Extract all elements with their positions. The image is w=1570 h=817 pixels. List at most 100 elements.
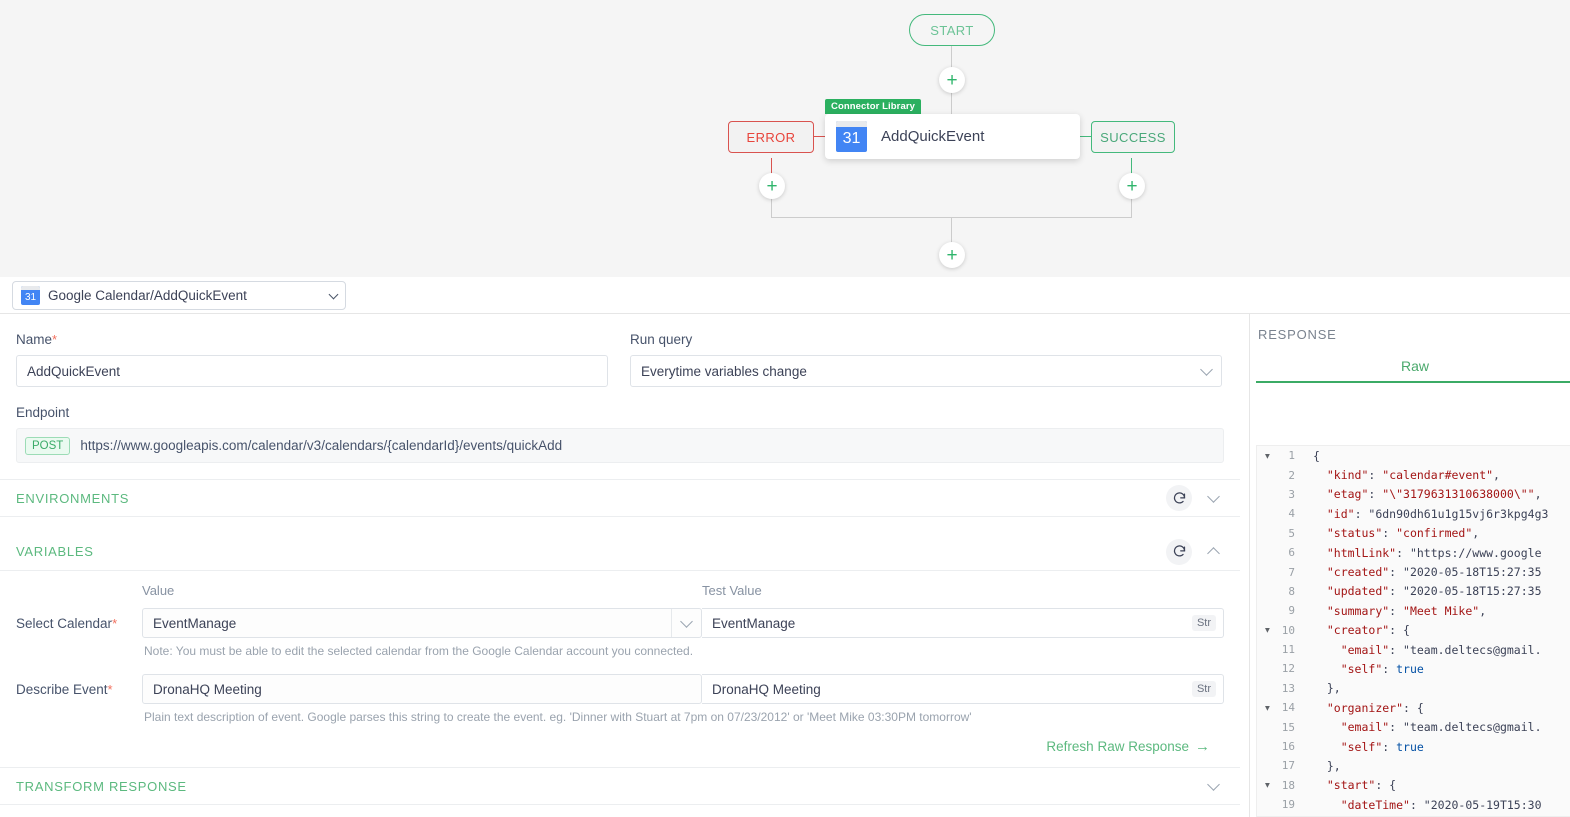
transform-response-section-header[interactable]: TRANSFORM RESPONSE — [0, 767, 1240, 805]
json-line: ▼ 18 "start": { — [1257, 776, 1570, 795]
json-line-number: 3 — [1288, 487, 1295, 501]
json-line: 5 "status": "confirmed", — [1257, 524, 1570, 543]
json-line-code: "dateTime": "2020-05-19T15:30 — [1340, 797, 1542, 812]
variables-column-headers: Value Test Value — [16, 583, 1224, 598]
variable-test-value-input[interactable]: DronaHQ Meeting Str — [702, 674, 1224, 704]
add-step-button-bottom[interactable]: + — [939, 242, 965, 268]
json-line-code: { — [1313, 448, 1320, 463]
endpoint-box: POST https://www.googleapis.com/calendar… — [16, 428, 1224, 463]
variable-value-text: EventManage — [153, 615, 237, 631]
json-line: ▼ 10 "creator": { — [1257, 621, 1570, 640]
json-line: ▼ 14 "organizer": { — [1257, 698, 1570, 717]
plus-icon: + — [766, 175, 778, 197]
fold-toggle-icon[interactable]: ▼ — [1265, 781, 1270, 790]
refresh-icon — [1173, 545, 1185, 557]
plus-icon: + — [1126, 175, 1138, 197]
json-line-code: "id": "6dn90dh61u1g15vj6r3kpg4g3 — [1326, 506, 1549, 521]
variable-value-input[interactable]: EventManage — [142, 608, 702, 638]
fold-toggle-icon[interactable]: ▼ — [1265, 626, 1270, 635]
google-calendar-icon: 31 — [21, 286, 40, 305]
transform-response-expand-button[interactable] — [1202, 778, 1224, 792]
node-start[interactable]: START — [909, 14, 995, 46]
connector-error-down2 — [771, 198, 772, 218]
variable-type-badge[interactable]: Str — [1191, 615, 1216, 631]
variables-collapse-button[interactable] — [1202, 546, 1224, 560]
json-line-code: "self": true — [1340, 739, 1424, 754]
json-line: 16 "self": true — [1257, 737, 1570, 756]
json-line: 2 "kind": "calendar#event", — [1257, 465, 1570, 484]
http-method-badge: POST — [25, 436, 71, 455]
json-line-number: 4 — [1288, 507, 1295, 521]
run-query-label: Run query — [630, 332, 693, 347]
json-line-code: "organizer": { — [1326, 700, 1424, 715]
variable-test-value-text: DronaHQ Meeting — [712, 681, 821, 697]
connector-select-label: Google Calendar/AddQuickEvent — [48, 288, 247, 303]
connector-select[interactable]: 31 Google Calendar/AddQuickEvent — [12, 281, 346, 310]
json-line-code: "email": "team.deltecs@gmail. — [1340, 642, 1542, 657]
node-addquickevent-label: AddQuickEvent — [881, 128, 985, 145]
node-error[interactable]: ERROR — [728, 121, 814, 153]
variable-test-value-text: EventManage — [712, 615, 796, 631]
json-line-code: "creator": { — [1326, 623, 1410, 638]
chevron-down-icon — [680, 615, 693, 628]
variable-type-badge[interactable]: Str — [1191, 681, 1216, 697]
google-calendar-icon: 31 — [836, 121, 867, 152]
run-query-field-group: Run query Everytime variables change — [630, 332, 1222, 387]
node-success[interactable]: SUCCESS — [1091, 121, 1175, 153]
json-line-number: ▼ 10 — [1265, 623, 1295, 637]
tab-raw[interactable]: Raw — [1256, 358, 1570, 383]
name-and-runquery-row: Name* Run query Everytime variables chan… — [16, 332, 1224, 387]
variable-label-text: Select Calendar — [16, 615, 113, 631]
json-line: 17 }, — [1257, 756, 1570, 775]
json-line-number: 17 — [1281, 759, 1295, 773]
refresh-raw-response-link[interactable]: Refresh Raw Response → — [16, 724, 1224, 755]
json-line-code: "email": "team.deltecs@gmail. — [1340, 720, 1542, 735]
variable-value-input[interactable]: DronaHQ Meeting — [142, 674, 702, 704]
variable-label-text: Describe Event — [16, 681, 108, 697]
connector-selector-bar: 31 Google Calendar/AddQuickEvent — [0, 277, 1570, 314]
connector-library-badge: Connector Library — [825, 99, 922, 114]
variable-test-value-input[interactable]: EventManage Str — [702, 608, 1224, 638]
json-line: 11 "email": "team.deltecs@gmail. — [1257, 640, 1570, 659]
add-step-button-error[interactable]: + — [759, 173, 785, 199]
connector-bottom-vertical — [951, 217, 952, 243]
json-line: 7 "created": "2020-05-18T15:27:35 — [1257, 562, 1570, 581]
json-line-code: }, — [1313, 681, 1341, 696]
node-addquickevent[interactable]: 31 AddQuickEvent — [825, 114, 1080, 159]
variables-section-header[interactable]: VARIABLES — [0, 533, 1240, 571]
json-line-number: 12 — [1281, 662, 1295, 676]
chevron-down-icon — [328, 289, 339, 299]
variables-area: Value Test Value Select Calendar* EventM… — [0, 571, 1240, 755]
plus-icon: + — [946, 244, 958, 266]
variable-value-dropdown-button[interactable] — [671, 609, 701, 637]
environments-expand-button[interactable] — [1202, 490, 1224, 504]
response-json-viewer[interactable]: ▼ 1{2 "kind": "calendar#event", 3 "etag": … — [1256, 445, 1570, 817]
connector-library-badge-label: Connector Library — [831, 101, 916, 112]
variable-row: Describe Event* DronaHQ Meeting DronaHQ … — [16, 674, 1224, 704]
response-title: RESPONSE — [1258, 327, 1337, 342]
json-line: 8 "updated": "2020-05-18T15:27:35 — [1257, 582, 1570, 601]
add-step-button-top[interactable]: + — [939, 67, 965, 93]
variable-label: Describe Event* — [16, 682, 142, 697]
required-marker: * — [52, 332, 58, 347]
run-query-select[interactable]: Everytime variables change — [630, 355, 1222, 387]
fold-toggle-icon[interactable]: ▼ — [1265, 703, 1270, 712]
json-line-number: 15 — [1281, 720, 1295, 734]
environments-refresh-button[interactable] — [1166, 485, 1192, 511]
node-error-label: ERROR — [746, 129, 796, 145]
json-line-number: 2 — [1288, 468, 1295, 482]
name-input[interactable] — [16, 355, 608, 387]
fold-toggle-icon[interactable]: ▼ — [1265, 451, 1270, 460]
add-step-button-success[interactable]: + — [1119, 173, 1145, 199]
node-success-label: SUCCESS — [1100, 129, 1166, 145]
variables-header-test-value: Test Value — [702, 583, 762, 598]
environments-section-header[interactable]: ENVIRONMENTS — [0, 479, 1240, 517]
json-line: 9 "summary": "Meet Mike", — [1257, 601, 1570, 620]
json-line-number: 5 — [1288, 526, 1295, 540]
name-label-text: Name — [16, 332, 53, 347]
query-editor-pane: Name* Run query Everytime variables chan… — [0, 314, 1240, 817]
variables-refresh-button[interactable] — [1166, 538, 1192, 565]
chevron-down-icon — [1200, 363, 1213, 376]
tab-raw-label: Raw — [1400, 358, 1429, 374]
json-line-number: 8 — [1288, 584, 1295, 598]
